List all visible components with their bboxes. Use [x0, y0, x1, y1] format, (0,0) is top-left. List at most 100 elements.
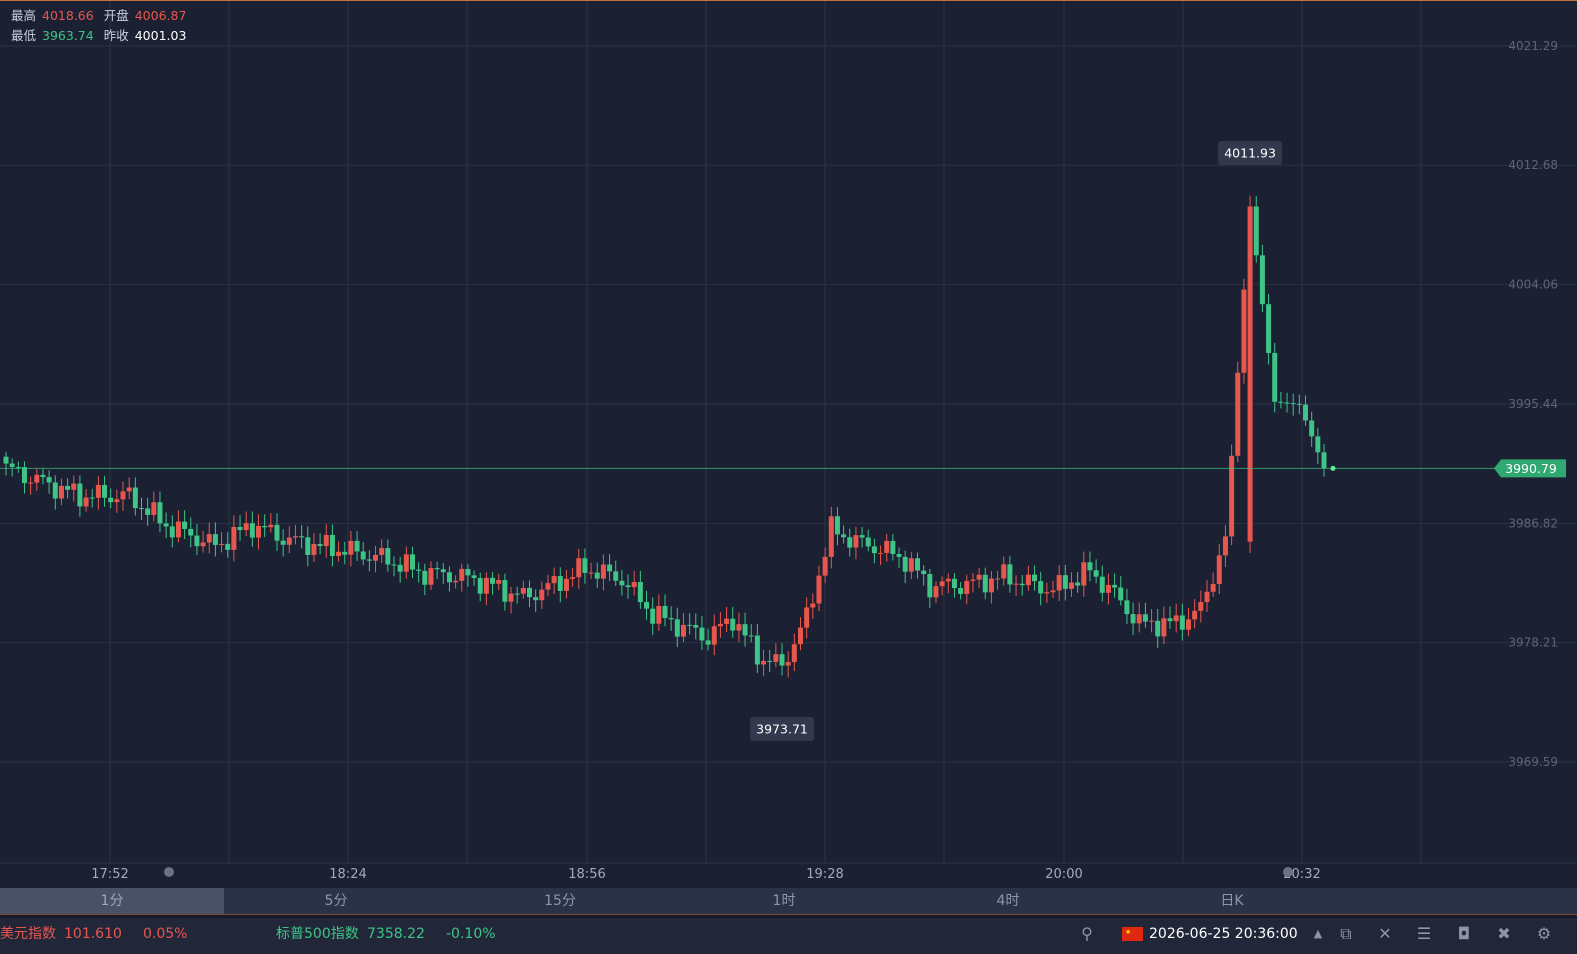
tab-timeframe-5[interactable]: 4时	[896, 888, 1120, 914]
candle-body	[1099, 576, 1105, 593]
candle-body	[637, 582, 643, 603]
candle-body	[804, 607, 810, 628]
menu-icon[interactable]: ☰	[1414, 924, 1434, 944]
candle-body	[126, 487, 132, 492]
candle-body	[650, 608, 656, 624]
candle-body	[982, 574, 988, 593]
tab-timeframe-4[interactable]: 1时	[672, 888, 896, 914]
candle-body	[1149, 620, 1155, 622]
candle-body	[600, 564, 606, 579]
scroll-handle-left[interactable]	[164, 867, 174, 877]
candle-body	[102, 484, 108, 498]
candle-body	[237, 526, 243, 531]
datetime: 2026-06-25 20:36:00	[1149, 926, 1298, 942]
dxy-value: 101.610	[64, 926, 122, 942]
chart-canvas[interactable]: 4021.29 4012.68 4004.06 3995.44 3986.82 3978.…	[0, 1, 1577, 888]
candle-body	[446, 572, 452, 583]
candle-body	[730, 618, 736, 631]
candle-body	[21, 467, 27, 484]
candle-body	[748, 635, 754, 637]
candle-body	[403, 554, 409, 572]
candle-body	[631, 582, 637, 588]
candlestick-chart[interactable]: 4021.29 4012.68 4004.06 3995.44 3986.82 3978.…	[0, 1, 1577, 888]
candle-body	[1068, 582, 1074, 589]
tab-timeframe-2[interactable]: 5分	[224, 888, 448, 914]
tab-timeframe-3[interactable]: 15分	[448, 888, 672, 914]
unlink-icon[interactable]: ⚲	[1077, 924, 1097, 944]
last-price-label: 3990.79	[1505, 461, 1557, 476]
candle-body	[711, 626, 717, 645]
candle-body	[1315, 436, 1321, 453]
candle-body	[317, 544, 323, 547]
candle-body	[15, 466, 21, 468]
tools-icon[interactable]: ✕	[1375, 924, 1395, 944]
candle-body	[1309, 420, 1315, 437]
candle-body	[1007, 564, 1013, 585]
candle-body	[662, 605, 668, 618]
candle-body	[336, 551, 342, 556]
candle-body	[1105, 584, 1111, 593]
candle-body	[958, 588, 964, 594]
mute-icon[interactable]: ✖	[1494, 924, 1514, 944]
candle-body	[145, 508, 151, 515]
settings-icon[interactable]: ⚙	[1534, 924, 1554, 944]
candle-body	[656, 605, 662, 624]
candle-body	[305, 537, 311, 555]
candle-body	[576, 558, 582, 578]
expand-up-icon[interactable]: ▲	[1308, 924, 1328, 944]
candle-body	[613, 571, 619, 581]
candle-body	[859, 535, 865, 538]
candle-body	[1186, 619, 1192, 630]
candle-body	[46, 477, 52, 483]
candle-body	[865, 537, 871, 547]
candle-body	[945, 578, 951, 582]
candle-body	[52, 482, 58, 499]
last-price-dot	[1330, 465, 1336, 471]
chart-icon[interactable]: ⧉	[1336, 924, 1356, 944]
candle-body	[366, 559, 372, 561]
candle-body	[477, 578, 483, 594]
candle-body	[182, 521, 188, 529]
candle-body	[249, 523, 255, 538]
candle-body	[329, 534, 335, 556]
candles-group	[3, 195, 1327, 678]
spx-name[interactable]: 标普500指数	[276, 918, 359, 950]
candle-body	[1019, 583, 1025, 586]
candle-body	[1253, 206, 1259, 256]
candle-body	[95, 484, 101, 498]
dxy-name[interactable]: 美元指数	[0, 918, 56, 950]
candle-body	[1136, 614, 1142, 624]
candle-body	[810, 603, 816, 608]
tab-timeframe-1[interactable]: 1分	[0, 888, 224, 914]
candle-body	[1290, 403, 1296, 405]
candle-body	[582, 558, 588, 573]
status-bar: 美元指数 101.610 0.05% 标普500指数 7358.22 -0.10…	[0, 918, 1577, 954]
screenshot-icon[interactable]: ◘	[1454, 924, 1474, 944]
candle-body	[219, 543, 225, 545]
x-tick-label: 20:00	[1045, 867, 1082, 882]
y-tick-label: 4021.29	[1508, 39, 1558, 53]
candle-body	[157, 502, 163, 524]
candle-body	[1192, 610, 1198, 620]
candle-body	[1222, 536, 1228, 556]
high-value: 4018.66	[42, 8, 94, 23]
candle-body	[120, 491, 126, 500]
candle-body	[674, 619, 680, 637]
open-value: 4006.87	[134, 8, 187, 23]
candle-body	[884, 540, 890, 553]
candle-body	[132, 487, 138, 509]
candle-body	[693, 624, 699, 628]
min-marker-label: 3973.71	[756, 722, 808, 737]
tab-timeframe-6[interactable]: 日K	[1120, 888, 1344, 914]
scroll-handle-right[interactable]	[1283, 867, 1293, 877]
prev-close-label: 昨收	[103, 28, 129, 43]
candle-body	[533, 597, 539, 601]
candle-body	[779, 654, 785, 666]
candle-body	[570, 577, 576, 579]
candle-body	[28, 482, 34, 484]
candle-body	[644, 602, 650, 609]
candle-body	[1142, 614, 1148, 622]
candle-body	[151, 502, 157, 515]
candle-body	[619, 580, 625, 586]
candle-body	[163, 523, 169, 527]
